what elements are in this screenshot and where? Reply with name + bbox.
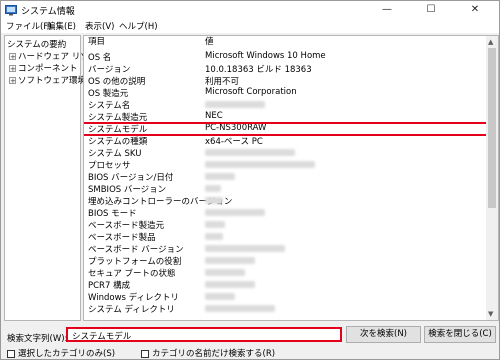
redacted-value — [205, 269, 245, 276]
redacted-value — [205, 161, 315, 168]
row-value — [205, 303, 275, 315]
redacted-value — [205, 233, 223, 240]
vertical-scrollbar[interactable]: ▲ ▼ — [486, 36, 498, 320]
checkbox-icon[interactable] — [141, 349, 149, 358]
redacted-value — [205, 209, 265, 216]
details-grid[interactable]: 項目 値 OS 名 Microsoft Windows 10 Home バージョン 1… — [83, 35, 499, 321]
row-value: Microsoft Corporation — [205, 87, 297, 97]
expand-icon[interactable]: + — [9, 65, 16, 73]
menu-file[interactable]: ファイル(F) — [6, 20, 52, 32]
menu-edit[interactable]: 編集(E) — [47, 20, 76, 32]
only-selected-checkbox[interactable]: 選択したカテゴリのみ(S) — [7, 347, 115, 359]
window-title: システム情報 — [21, 7, 75, 17]
tree-item-software-environment[interactable]: + ソフトウェア環境 — [9, 74, 86, 86]
redacted-value — [205, 245, 285, 252]
redacted-value — [205, 173, 235, 180]
tree-item-system-summary[interactable]: システムの要約 — [7, 38, 66, 50]
redacted-value — [205, 257, 255, 264]
expand-icon[interactable]: + — [9, 53, 16, 61]
scrollbar-thumb[interactable] — [488, 48, 496, 208]
expand-icon[interactable]: + — [9, 77, 16, 85]
find-next-button[interactable]: 次を検索(N) — [346, 326, 421, 343]
minimize-button[interactable]: — — [365, 1, 409, 19]
close-find-button[interactable]: 検索を閉じる(C) — [424, 326, 496, 343]
redacted-value — [205, 293, 235, 300]
redacted-value — [205, 305, 275, 312]
column-header-value[interactable]: 値 — [205, 36, 214, 49]
menu-view[interactable]: 表示(V) — [85, 20, 114, 32]
search-input[interactable]: システムモデル — [66, 327, 342, 342]
redacted-value — [205, 101, 265, 108]
scroll-down-icon[interactable]: ▼ — [488, 310, 493, 318]
tree-item-components[interactable]: + コンポーネント — [9, 62, 78, 74]
search-bar: 検索文字列(W): システムモデル 次を検索(N) 検索を閉じる(C) 選択した… — [1, 323, 499, 359]
maximize-button[interactable]: ☐ — [409, 1, 453, 19]
redacted-value — [205, 281, 255, 288]
menu-bar: ファイル(F) 編集(E) 表示(V) ヘルプ(H) — [1, 19, 499, 33]
names-only-checkbox[interactable]: カテゴリの名前だけ検索する(R) — [141, 347, 275, 359]
menu-help[interactable]: ヘルプ(H) — [119, 20, 158, 32]
category-tree[interactable]: システムの要約 + ハードウェア リソース + コンポーネント + ソフトウェア環境 — [4, 35, 105, 321]
scroll-up-icon[interactable]: ▲ — [488, 38, 493, 46]
close-button[interactable]: ✕ — [453, 1, 497, 19]
row-item: システム ディレクトリ — [88, 305, 175, 315]
column-header-item[interactable]: 項目 — [88, 36, 105, 49]
system-info-icon — [5, 5, 17, 16]
title-bar: システム情報 — ☐ ✕ — [1, 1, 499, 19]
checkbox-icon[interactable] — [7, 349, 15, 358]
search-label: 検索文字列(W): — [7, 334, 68, 344]
highlight-box — [84, 122, 489, 136]
row-value: Microsoft Windows 10 Home — [205, 51, 326, 61]
redacted-value — [205, 149, 295, 156]
row-value: NEC — [205, 111, 223, 121]
redacted-value — [205, 197, 223, 204]
redacted-value — [205, 185, 221, 192]
redacted-value — [205, 221, 225, 228]
table-row[interactable]: システム ディレクトリ — [84, 302, 487, 316]
system-info-window: システム情報 — ☐ ✕ ファイル(F) 編集(E) 表示(V) ヘルプ(H) … — [0, 0, 500, 360]
